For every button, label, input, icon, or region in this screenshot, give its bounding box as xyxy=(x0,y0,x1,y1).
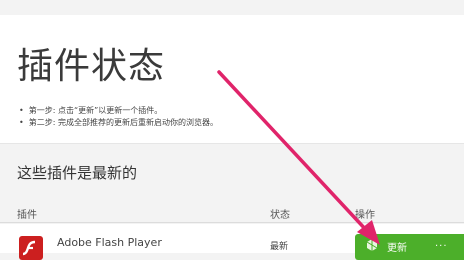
plugin-name: Adobe Flash Player xyxy=(57,236,162,249)
update-button[interactable]: 更新 ... xyxy=(355,234,464,260)
column-header-status: 状态 xyxy=(270,210,290,221)
section-title: 这些插件是最新的 xyxy=(17,164,138,182)
page-title: 插件状态 xyxy=(17,46,166,87)
column-header-plugin: 插件 xyxy=(17,210,37,221)
table-header: 插件 状态 操作 xyxy=(0,202,464,223)
step-item: 第二步: 完成全部推荐的更新后重新启动你的浏览器。 xyxy=(19,117,218,129)
step-item: 第一步: 点击“更新”以更新一个插件。 xyxy=(19,105,218,117)
table-row: Adobe Flash Player 最新 更新 ... xyxy=(0,224,464,260)
plugin-status: 最新 xyxy=(270,242,289,252)
more-dots: ... xyxy=(435,238,448,249)
puzzle-icon xyxy=(366,239,378,251)
steps-list: 第一步: 点击“更新”以更新一个插件。 第二步: 完成全部推荐的更新后重新启动你… xyxy=(19,105,218,129)
header-card: 插件状态 第一步: 点击“更新”以更新一个插件。 第二步: 完成全部推荐的更新后… xyxy=(0,15,464,144)
column-header-action: 操作 xyxy=(355,210,375,221)
update-button-label: 更新 xyxy=(387,243,407,254)
flash-player-icon xyxy=(19,236,43,260)
